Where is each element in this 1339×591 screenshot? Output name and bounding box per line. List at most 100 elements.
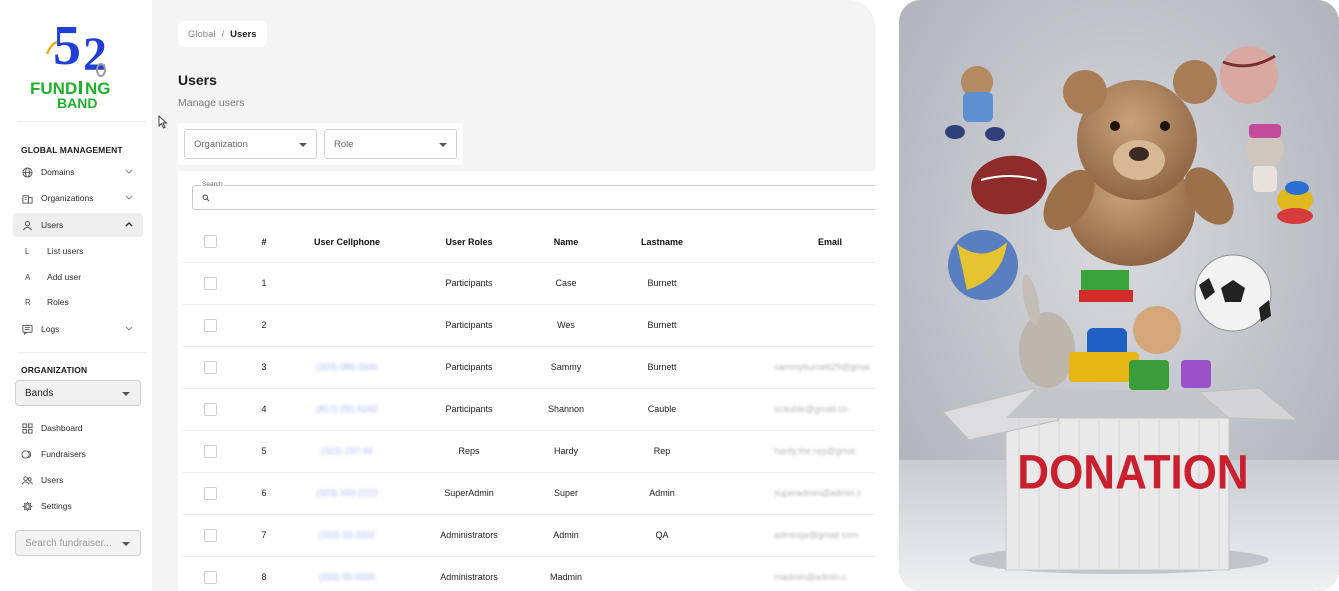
cell-email: adminqa@gmail.com (774, 530, 859, 540)
table-row[interactable]: 1 Participants Case Burnett (182, 263, 875, 305)
search-icon (202, 194, 210, 202)
sidebar-subitem-roles[interactable]: R Roles (25, 297, 69, 307)
search-box[interactable] (192, 185, 875, 210)
chevron-up-icon (125, 222, 133, 227)
header-cellphone[interactable]: User Cellphone (314, 237, 380, 247)
chevron-down-icon (125, 326, 133, 331)
row-checkbox[interactable] (204, 445, 217, 458)
cell-number: 5 (261, 446, 267, 456)
globe-icon (21, 166, 33, 178)
organization-filter[interactable]: Organization (184, 129, 317, 159)
search-label: Search (201, 181, 224, 188)
cell-cellphone: (333) 55-5555 (318, 572, 376, 582)
caret-down-icon (299, 143, 307, 147)
donation-illustration: DONATION (899, 0, 1339, 591)
caret-down-icon (122, 392, 130, 396)
cell-number: 3 (261, 362, 267, 372)
sidebar-item-organizations[interactable]: Organizations (13, 187, 143, 209)
sidebar-subitem-add-user[interactable]: A Add user (25, 272, 81, 282)
cell-cellphone: (323) 333-2222 (316, 488, 378, 498)
cell-number: 8 (261, 572, 267, 582)
sidebar-item-label: Organizations (41, 193, 94, 203)
svg-text:BAND: BAND (57, 95, 97, 111)
funding-band-logo[interactable]: 5 2 FUND NG BAND (29, 8, 135, 112)
sidebar-item-settings[interactable]: Settings (13, 495, 143, 517)
cell-name: Case (555, 278, 577, 288)
breadcrumb-separator: / (221, 28, 225, 40)
sidebar-subitem-list-users[interactable]: L List users (25, 246, 83, 256)
sidebar-item-dashboard[interactable]: Dashboard (13, 417, 143, 439)
dashboard-icon (21, 422, 33, 434)
cell-email: superadmin@admin.c (774, 488, 862, 498)
select-all-checkbox[interactable] (204, 235, 217, 248)
cell-name: Hardy (553, 446, 579, 456)
cell-role: Administrators (440, 530, 498, 540)
cell-email: sammyburnett29@gmai (774, 362, 870, 372)
organization-select[interactable]: Bands (15, 380, 141, 406)
caret-down-icon (122, 542, 130, 546)
header-roles[interactable]: User Roles (445, 237, 492, 247)
users-icon (21, 474, 33, 486)
page-title: Users (178, 72, 217, 88)
cell-number: 6 (261, 488, 267, 498)
table-row[interactable]: 6 (323) 333-2222 SuperAdmin Super Admin super… (182, 473, 875, 515)
global-management-heading: GLOBAL MANAGEMENT (21, 145, 123, 155)
cell-number: 4 (261, 404, 267, 414)
breadcrumb: Global / Users (178, 21, 267, 47)
sidebar-divider (17, 352, 147, 353)
table-row[interactable]: 3 (323) 986-3346 Participants Sammy Burnett s… (182, 347, 875, 389)
sidebar-item-logs[interactable]: Logs (13, 318, 143, 340)
sidebar-item-users[interactable]: Users (13, 213, 143, 237)
cell-number: 1 (261, 278, 267, 288)
cell-lastname: Admin (649, 488, 675, 498)
cell-cellphone: (817) 291-5242 (316, 404, 378, 414)
cell-role: Participants (445, 404, 493, 414)
main-panel: Global / Users Users Manage users Organi… (152, 0, 875, 591)
cell-cellphone: (333) 33-3332 (318, 530, 376, 540)
sidebar: 5 2 FUND NG BAND GLOBAL MANAGEMENT Domai… (5, 0, 151, 591)
row-checkbox[interactable] (204, 277, 217, 290)
header-lastname[interactable]: Lastname (641, 237, 683, 247)
table-row[interactable]: 4 (817) 291-5242 Participants Shannon Cauble… (182, 389, 875, 431)
breadcrumb-global[interactable]: Global (188, 29, 215, 40)
sidebar-item-domains[interactable]: Domains (13, 161, 143, 183)
sidebar-item-org-users[interactable]: Users (13, 469, 143, 491)
header-number[interactable]: # (261, 237, 266, 247)
search-input[interactable] (215, 190, 815, 206)
row-checkbox[interactable] (204, 403, 217, 416)
header-email[interactable]: Email (818, 237, 842, 247)
cell-lastname: Burnett (647, 278, 677, 288)
cell-email: madmin@admin.c (774, 572, 847, 582)
chevron-down-icon (125, 195, 133, 200)
table-row[interactable]: 5 (323) 237-44 Reps Hardy Rep hardy.the.rep@g… (182, 431, 875, 473)
cell-role: Participants (445, 362, 493, 372)
cell-role: Participants (445, 320, 493, 330)
search-fundraiser-select[interactable]: Search fundraiser... (15, 530, 141, 556)
sidebar-item-label: Users (41, 220, 64, 230)
table-row[interactable]: 8 (333) 55-5555 Administrators Madmin madmin… (182, 557, 875, 591)
header-name[interactable]: Name (554, 237, 579, 247)
message-icon (21, 323, 33, 335)
gear-icon (21, 500, 33, 512)
cell-name: Shannon (547, 404, 585, 414)
users-table-card: Search # User Cellphone User Roles Name … (178, 171, 875, 591)
sidebar-divider (17, 121, 147, 122)
page-subtitle: Manage users (178, 97, 245, 109)
row-checkbox[interactable] (204, 487, 217, 500)
row-checkbox[interactable] (204, 361, 217, 374)
table-row[interactable]: 7 (333) 33-3332 Administrators Admin QA admin… (182, 515, 875, 557)
cell-lastname: QA (655, 530, 669, 540)
row-checkbox[interactable] (204, 571, 217, 584)
table-row[interactable]: 2 Participants Wes Burnett (182, 305, 875, 347)
caret-down-icon (439, 143, 447, 147)
cell-lastname: Burnett (647, 362, 677, 372)
cell-lastname: Rep (653, 446, 671, 456)
row-checkbox[interactable] (204, 319, 217, 332)
cell-name: Admin (553, 530, 579, 540)
cell-role: Reps (458, 446, 480, 456)
role-filter[interactable]: Role (324, 129, 457, 159)
row-checkbox[interactable] (204, 529, 217, 542)
filter-bar: Organization Role (178, 123, 463, 165)
sidebar-item-fundraisers[interactable]: Fundraisers (13, 443, 143, 465)
app-window: 5 2 FUND NG BAND GLOBAL MANAGEMENT Domai… (0, 0, 1339, 591)
